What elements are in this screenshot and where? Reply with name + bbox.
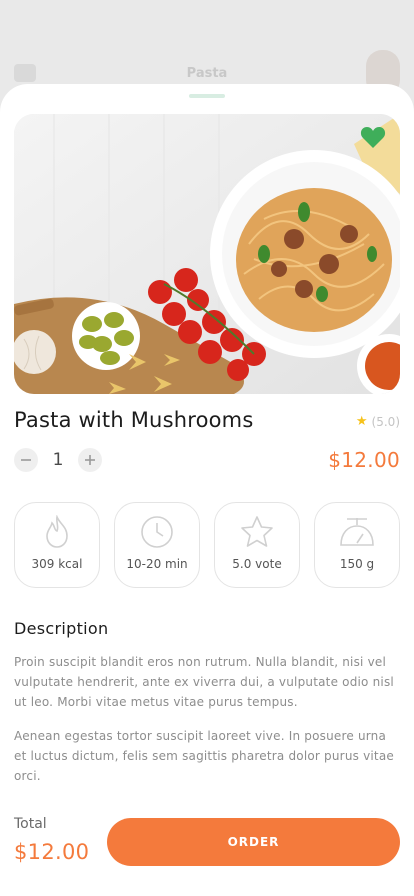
quantity-stepper: 1 — [14, 448, 102, 472]
stat-time: 10-20 min — [114, 502, 200, 588]
background-title: Pasta — [186, 66, 228, 81]
stat-value: 10-20 min — [126, 557, 188, 571]
product-price: $12.00 — [328, 448, 400, 472]
plus-icon — [85, 455, 95, 465]
product-title: Pasta with Mushrooms — [14, 408, 254, 432]
favorite-heart-icon[interactable] — [360, 126, 386, 150]
product-detail-sheet: Pasta with Mushrooms ★ (5.0) 1 $12.00 30… — [0, 84, 414, 896]
scale-icon — [340, 518, 374, 546]
clock-icon — [141, 516, 173, 548]
star-icon: ★ — [355, 414, 368, 429]
stat-votes: 5.0 vote — [214, 502, 300, 588]
rating-value: (5.0) — [371, 414, 400, 429]
description-paragraph: Aenean egestas tortor suscipit laoreet v… — [14, 729, 394, 783]
nutrition-stats: 309 kcal 10-20 min 5.0 vote 150 g — [14, 502, 400, 588]
total-label: Total — [14, 816, 47, 832]
minus-icon — [21, 459, 31, 461]
stat-value: 150 g — [339, 557, 375, 571]
flame-icon — [46, 515, 68, 548]
decrease-quantity-button[interactable] — [14, 448, 38, 472]
description-heading: Description — [14, 619, 109, 638]
stat-value: 309 kcal — [31, 557, 83, 571]
product-rating: ★ (5.0) — [356, 414, 400, 429]
stat-weight: 150 g — [314, 502, 400, 588]
description-paragraph: Proin suscipit blandit eros non rutrum. … — [14, 655, 394, 709]
stat-value: 5.0 vote — [232, 557, 282, 571]
quantity-value: 1 — [52, 450, 64, 470]
order-button[interactable]: ORDER — [107, 818, 400, 866]
star-outline-icon — [241, 516, 273, 547]
sheet-drag-handle[interactable] — [189, 94, 225, 98]
product-image — [14, 114, 400, 394]
increase-quantity-button[interactable] — [78, 448, 102, 472]
stat-calories: 309 kcal — [14, 502, 100, 588]
total-value: $12.00 — [14, 840, 90, 864]
